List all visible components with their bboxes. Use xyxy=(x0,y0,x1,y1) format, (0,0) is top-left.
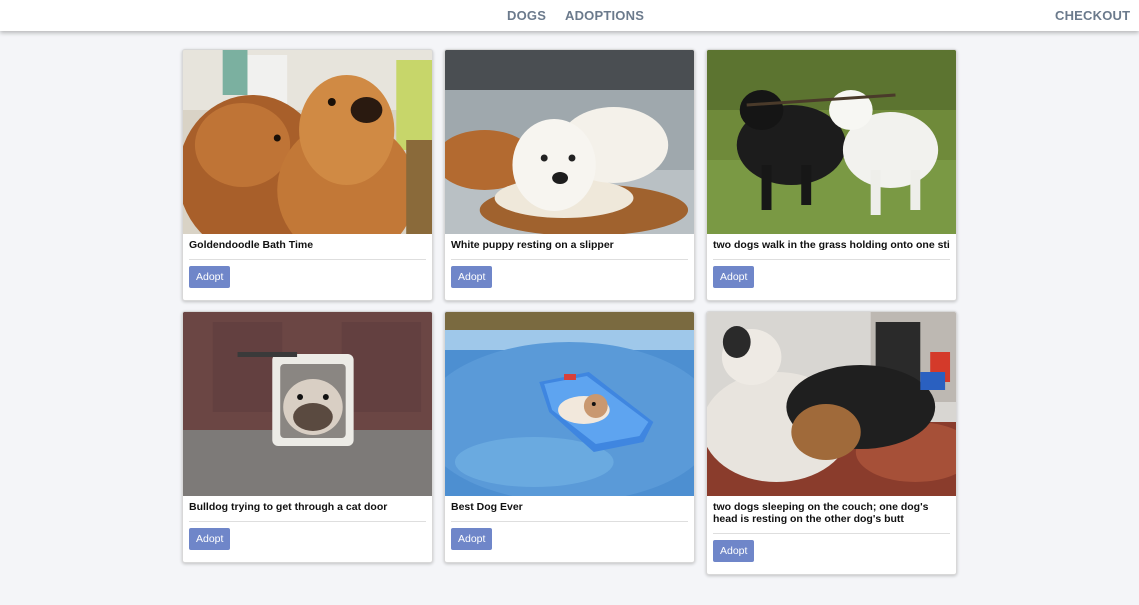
card-title: Goldendoodle Bath Time xyxy=(189,239,426,260)
card-title: two dogs sleeping on the couch; one dog'… xyxy=(713,501,950,534)
dog-card: two dogs sleeping on the couch; one dog'… xyxy=(706,311,957,575)
nav-link-checkout[interactable]: CHECKOUT xyxy=(1055,8,1130,23)
adopt-button[interactable]: Adopt xyxy=(451,528,493,550)
adopt-button[interactable]: Adopt xyxy=(189,266,231,288)
card-title: White puppy resting on a slipper xyxy=(451,239,688,260)
dog-card: Bulldog trying to get through a cat door… xyxy=(182,311,433,563)
dog-card: Best Dog Ever Adopt xyxy=(444,311,695,563)
top-navbar: DOGS ADOPTIONS CHECKOUT xyxy=(0,0,1139,31)
dog-photo xyxy=(183,50,432,234)
dog-photo xyxy=(183,312,432,496)
dog-photo xyxy=(707,50,956,234)
dog-card: Goldendoodle Bath Time Adopt xyxy=(182,49,433,301)
adopt-button[interactable]: Adopt xyxy=(189,528,231,550)
card-title: Best Dog Ever xyxy=(451,501,688,522)
dog-card: White puppy resting on a slipper Adopt xyxy=(444,49,695,301)
card-title: two dogs walk in the grass holding onto … xyxy=(713,239,950,260)
dog-photo xyxy=(445,312,694,496)
nav-link-adoptions[interactable]: ADOPTIONS xyxy=(565,8,644,23)
card-title: Bulldog trying to get through a cat door xyxy=(189,501,426,522)
nav-link-dogs[interactable]: DOGS xyxy=(507,8,546,23)
adopt-button[interactable]: Adopt xyxy=(713,266,755,288)
adopt-button[interactable]: Adopt xyxy=(713,540,755,562)
dog-card: two dogs walk in the grass holding onto … xyxy=(706,49,957,301)
dog-photo xyxy=(445,50,694,234)
adopt-button[interactable]: Adopt xyxy=(451,266,493,288)
dog-photo xyxy=(707,312,956,496)
